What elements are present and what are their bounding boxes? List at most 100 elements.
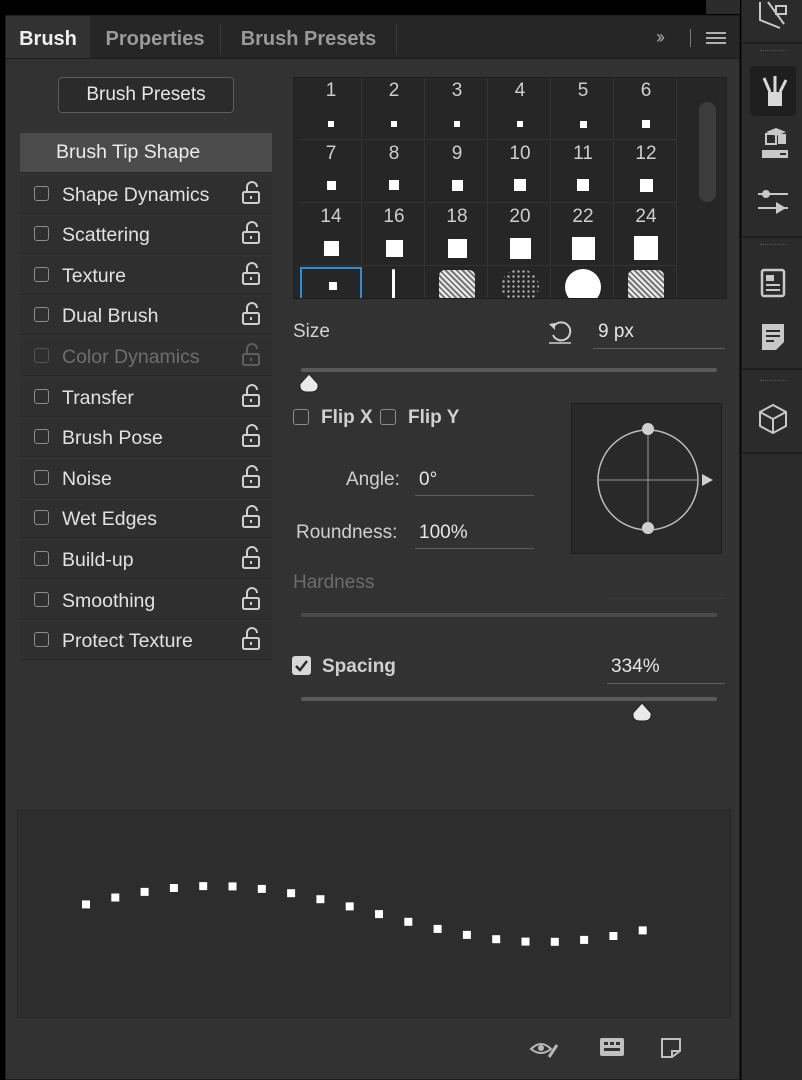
color-dynamics-checkbox[interactable] [34, 347, 49, 363]
brush-presets-button[interactable]: Brush Presets [58, 77, 234, 113]
brush-tip[interactable]: 14 [300, 204, 362, 266]
smoothing-checkbox[interactable] [34, 591, 49, 607]
brush-tip[interactable]: 4 [489, 78, 551, 140]
brush-tip[interactable]: 90 [615, 267, 677, 298]
dock-grip[interactable] [760, 50, 786, 54]
roundness-value[interactable]: 100% [419, 522, 468, 544]
spacing-checkbox[interactable] [292, 656, 311, 675]
brush-settings-icon[interactable] [756, 74, 790, 108]
brush-grid-icon[interactable] [597, 1035, 627, 1061]
option-shape-dynamics[interactable]: Shape Dynamics [20, 175, 272, 214]
channel-mixer-icon[interactable] [756, 128, 790, 162]
lock-icon[interactable] [241, 464, 261, 489]
brush-tip[interactable]: 3 [426, 78, 488, 140]
brush-tip[interactable]: 1 [300, 78, 362, 140]
brush-tip[interactable]: 100 [363, 267, 425, 298]
lock-icon[interactable] [241, 546, 261, 570]
lock-icon[interactable] [241, 343, 261, 367]
brush-tip[interactable]: 28 [426, 267, 488, 298]
transfer-checkbox[interactable] [34, 388, 49, 404]
size-value[interactable]: 9 px [598, 321, 634, 343]
brush-pose-checkbox[interactable] [34, 429, 49, 445]
brush-tip[interactable]: 10 [489, 141, 551, 203]
lock-icon[interactable] [241, 424, 261, 448]
collapse-panel-icon[interactable]: ›› [656, 27, 680, 49]
brush-angle-diagram[interactable] [572, 404, 723, 555]
option-texture[interactable]: Texture [20, 256, 272, 295]
eye-brush-icon[interactable] [529, 1035, 559, 1061]
dock-grip[interactable] [760, 244, 786, 248]
option-color-dynamics[interactable]: Color Dynamics [20, 337, 272, 376]
wet-edges-checkbox[interactable] [34, 510, 49, 526]
option-smoothing[interactable]: Smoothing [20, 581, 272, 620]
dock-grip[interactable] [760, 380, 786, 384]
brush-tip[interactable]: 11 [552, 141, 614, 203]
brush-tip[interactable]: 6 [615, 78, 677, 140]
lock-icon[interactable] [241, 383, 261, 408]
option-transfer[interactable]: Transfer [20, 378, 272, 417]
lock-icon[interactable] [241, 221, 261, 245]
3d-cube-icon[interactable] [756, 402, 790, 436]
option-brush-tip-shape[interactable]: Brush Tip Shape [20, 133, 272, 173]
right-dock [741, 0, 802, 1080]
brush-tip[interactable]: 24 [615, 204, 677, 266]
spacing-slider-track[interactable] [301, 697, 717, 701]
lock-icon[interactable] [241, 627, 261, 651]
lock-icon[interactable] [241, 302, 261, 326]
stroke-dab [433, 924, 442, 933]
reset-arrow-icon[interactable] [546, 317, 574, 345]
brush-tip[interactable]: 2 [363, 78, 425, 140]
protect-texture-checkbox[interactable] [34, 632, 49, 648]
brush-tip[interactable]: 50 [552, 267, 614, 298]
angle-roundness-widget[interactable] [571, 403, 722, 554]
option-scattering[interactable]: Scattering [20, 216, 272, 255]
brush-tip[interactable]: 16 [363, 204, 425, 266]
brush-tip[interactable]: 9 [300, 267, 362, 298]
option-brush-pose[interactable]: Brush Pose [20, 419, 272, 458]
brush-tip[interactable]: 5 [552, 78, 614, 140]
lock-icon[interactable] [241, 505, 261, 529]
panel-menu-icon[interactable] [706, 32, 726, 46]
option-build-up[interactable]: Build-up [20, 540, 272, 579]
spacing-slider-thumb[interactable] [631, 702, 653, 722]
option-dual-brush[interactable]: Dual Brush [20, 297, 272, 336]
angle-value[interactable]: 0° [419, 469, 437, 491]
brush-tip[interactable]: 7 [300, 141, 362, 203]
notes-icon[interactable] [756, 320, 790, 354]
hardness-label: Hardness [293, 572, 375, 593]
shape-dynamics-checkbox[interactable] [34, 185, 49, 201]
history-brush-icon[interactable] [756, 0, 790, 34]
brush-tip[interactable]: 9 [426, 141, 488, 203]
texture-checkbox[interactable] [34, 266, 49, 282]
size-slider-track[interactable] [301, 368, 717, 372]
flip-x-label: Flip X [321, 407, 373, 428]
flip-x-checkbox[interactable] [293, 409, 309, 425]
stroke-dab [521, 937, 530, 946]
brush-tip[interactable]: 65 [489, 267, 551, 298]
scattering-checkbox[interactable] [34, 226, 49, 242]
build-up-checkbox[interactable] [34, 550, 49, 566]
lock-icon[interactable] [241, 261, 261, 286]
new-preset-icon[interactable] [656, 1035, 686, 1061]
option-noise[interactable]: Noise [20, 459, 272, 498]
tab-properties[interactable]: Properties [90, 16, 220, 58]
tab-brush[interactable]: Brush [6, 16, 90, 58]
lock-icon[interactable] [241, 180, 261, 205]
brush-tip[interactable]: 8 [363, 141, 425, 203]
brush-tip[interactable]: 20 [489, 204, 551, 266]
dual-brush-checkbox[interactable] [34, 307, 49, 323]
option-protect-texture[interactable]: Protect Texture [20, 622, 272, 661]
spacing-value[interactable]: 334% [611, 656, 660, 678]
option-wet-edges[interactable]: Wet Edges [20, 500, 272, 539]
flip-y-checkbox[interactable] [380, 409, 396, 425]
brush-tip[interactable]: 12 [615, 141, 677, 203]
brush-tip[interactable]: 18 [426, 204, 488, 266]
tab-brush-presets[interactable]: Brush Presets [221, 16, 396, 58]
brush-tip[interactable]: 22 [552, 204, 614, 266]
noise-checkbox[interactable] [34, 469, 49, 485]
document-icon[interactable] [756, 266, 790, 300]
lock-icon[interactable] [241, 586, 261, 611]
tip-grid-scrollbar[interactable] [699, 102, 716, 202]
sliders-icon[interactable] [756, 186, 790, 220]
size-slider-thumb[interactable] [298, 373, 320, 393]
